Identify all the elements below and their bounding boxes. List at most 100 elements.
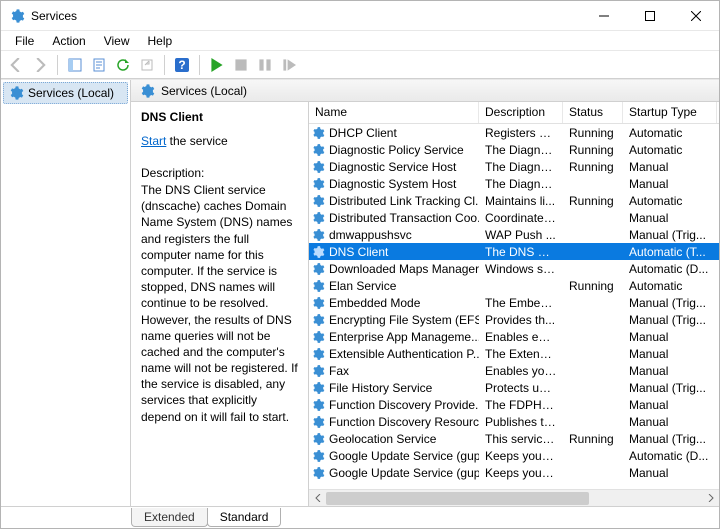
- help-icon: ?: [175, 58, 189, 72]
- service-desc-cell: Enables ent...: [479, 330, 563, 344]
- service-logon-cell: Loc: [717, 449, 719, 463]
- service-startup-cell: Manual: [623, 160, 717, 174]
- refresh-button[interactable]: [112, 54, 134, 76]
- service-row[interactable]: Enterprise App Manageme...Enables ent...…: [309, 328, 719, 345]
- service-status-cell: Running: [563, 432, 623, 446]
- column-description[interactable]: Description: [479, 102, 563, 123]
- show-hide-tree-button[interactable]: [64, 54, 86, 76]
- column-log-on-as[interactable]: Log: [717, 102, 719, 123]
- service-row[interactable]: Embedded ModeThe Embed...Manual (Trig...…: [309, 294, 719, 311]
- tree-item-services-local[interactable]: Services (Local): [3, 82, 128, 104]
- tree-pane: Services (Local): [1, 80, 131, 506]
- content-header: Services (Local): [131, 80, 719, 102]
- service-row[interactable]: Distributed Link Tracking Cl...Maintains…: [309, 192, 719, 209]
- scroll-thumb[interactable]: [326, 492, 589, 505]
- gear-icon: [311, 415, 325, 429]
- properties-button[interactable]: [88, 54, 110, 76]
- menu-action[interactable]: Action: [44, 32, 93, 50]
- service-row[interactable]: FaxEnables you...ManualNet: [309, 362, 719, 379]
- service-row[interactable]: File History Service Protects use... Manua…: [309, 379, 719, 396]
- service-name-cell: Geolocation Service: [309, 432, 479, 446]
- tree-item-label: Services (Local): [28, 86, 114, 100]
- scroll-left-button[interactable]: [309, 490, 326, 507]
- service-name-text: Function Discovery Provide...: [329, 398, 479, 412]
- service-row[interactable]: Diagnostic System HostThe Diagno...Manua…: [309, 175, 719, 192]
- service-startup-cell: Manual: [623, 347, 717, 361]
- column-name[interactable]: Name: [309, 102, 479, 123]
- start-service-link[interactable]: Start: [141, 134, 166, 148]
- menu-file[interactable]: File: [7, 32, 42, 50]
- service-row[interactable]: Function Discovery Resourc...Publishes t…: [309, 413, 719, 430]
- service-name-text: Encrypting File System (EFS): [329, 313, 479, 327]
- service-name-cell: Function Discovery Provide...: [309, 398, 479, 412]
- service-startup-cell: Manual: [623, 211, 717, 225]
- service-row[interactable]: Encrypting File System (EFS)Provides th.…: [309, 311, 719, 328]
- service-name-cell: Extensible Authentication P...: [309, 347, 479, 361]
- service-name-cell: dmwappushsvc: [309, 228, 479, 242]
- service-row[interactable]: Function Discovery Provide...The FDPHO..…: [309, 396, 719, 413]
- menu-view[interactable]: View: [96, 32, 138, 50]
- service-logon-cell: Loc: [717, 177, 719, 191]
- service-name-text: Geolocation Service: [329, 432, 436, 446]
- service-desc-cell: Provides th...: [479, 313, 563, 327]
- service-logon-cell: Loc: [717, 228, 719, 242]
- service-row[interactable]: Google Update Service (gup...Keeps your …: [309, 447, 719, 464]
- list-pane: Name Description Status Startup Type Log…: [309, 102, 719, 506]
- maximize-button[interactable]: [627, 1, 673, 30]
- service-name-text: Distributed Link Tracking Cl...: [329, 194, 479, 208]
- service-row[interactable]: dmwappushsvc WAP Push ... Manual (Trig...L…: [309, 226, 719, 243]
- service-row[interactable]: Diagnostic Service HostThe Diagno...Runn…: [309, 158, 719, 175]
- menu-help[interactable]: Help: [140, 32, 181, 50]
- service-row[interactable]: DHCP ClientRegisters an...RunningAutomat…: [309, 124, 719, 141]
- service-rows: DHCP ClientRegisters an...RunningAutomat…: [309, 124, 719, 489]
- service-desc-cell: The Embed...: [479, 296, 563, 310]
- gear-icon: [311, 160, 325, 174]
- service-row[interactable]: Geolocation ServiceThis service ...Runni…: [309, 430, 719, 447]
- column-status[interactable]: Status: [563, 102, 623, 123]
- service-status-cell: Running: [563, 126, 623, 140]
- service-name-text: Extensible Authentication P...: [329, 347, 479, 361]
- service-name-text: Elan Service: [329, 279, 396, 293]
- column-startup-type[interactable]: Startup Type: [623, 102, 717, 123]
- service-name-text: dmwappushsvc: [329, 228, 412, 242]
- gear-icon: [311, 177, 325, 191]
- help-button[interactable]: ?: [171, 54, 193, 76]
- gear-icon: [139, 83, 155, 99]
- service-name-text: DNS Client: [329, 245, 388, 259]
- service-row[interactable]: Google Update Service (gup...Keeps your …: [309, 464, 719, 481]
- service-row[interactable]: Distributed Transaction Coo...Coordinate…: [309, 209, 719, 226]
- service-row[interactable]: Extensible Authentication P...The Extens…: [309, 345, 719, 362]
- service-desc-cell: WAP Push ...: [479, 228, 563, 242]
- service-row[interactable]: Elan ServiceRunningAutomaticLoc: [309, 277, 719, 294]
- service-startup-cell: Manual: [623, 415, 717, 429]
- bottom-tabs: Extended Standard: [1, 506, 719, 528]
- service-desc-cell: The Diagno...: [479, 177, 563, 191]
- gear-icon: [311, 313, 325, 327]
- service-startup-cell: Manual (Trig...: [623, 381, 717, 395]
- service-desc-cell: Enables you...: [479, 364, 563, 378]
- minimize-button[interactable]: [581, 1, 627, 30]
- scroll-right-button[interactable]: [702, 490, 719, 507]
- service-logon-cell: Loc: [717, 143, 719, 157]
- start-service-button[interactable]: [206, 54, 228, 76]
- tab-standard[interactable]: Standard: [207, 508, 282, 527]
- close-button[interactable]: [673, 1, 719, 30]
- service-desc-cell: The Extensi...: [479, 347, 563, 361]
- service-row[interactable]: DNS ClientThe DNS Cli...Automatic (T...N…: [309, 243, 719, 260]
- service-startup-cell: Manual: [623, 466, 717, 480]
- service-logon-cell: Loc: [717, 279, 719, 293]
- service-name-text: File History Service: [329, 381, 432, 395]
- service-name-cell: Elan Service: [309, 279, 479, 293]
- description-body: The DNS Client service (dnscache) caches…: [141, 182, 298, 425]
- service-desc-cell: Protects use...: [479, 381, 563, 395]
- horizontal-scrollbar[interactable]: [309, 489, 719, 506]
- service-startup-cell: Automatic: [623, 194, 717, 208]
- service-row[interactable]: Downloaded Maps ManagerWindows se...Auto…: [309, 260, 719, 277]
- tab-extended[interactable]: Extended: [131, 508, 208, 527]
- service-name-text: Google Update Service (gup...: [329, 449, 479, 463]
- gear-icon: [311, 279, 325, 293]
- service-row[interactable]: Diagnostic Policy ServiceThe Diagno...Ru…: [309, 141, 719, 158]
- service-startup-cell: Manual (Trig...: [623, 228, 717, 242]
- restart-service-button: [278, 54, 300, 76]
- scroll-track[interactable]: [326, 490, 702, 507]
